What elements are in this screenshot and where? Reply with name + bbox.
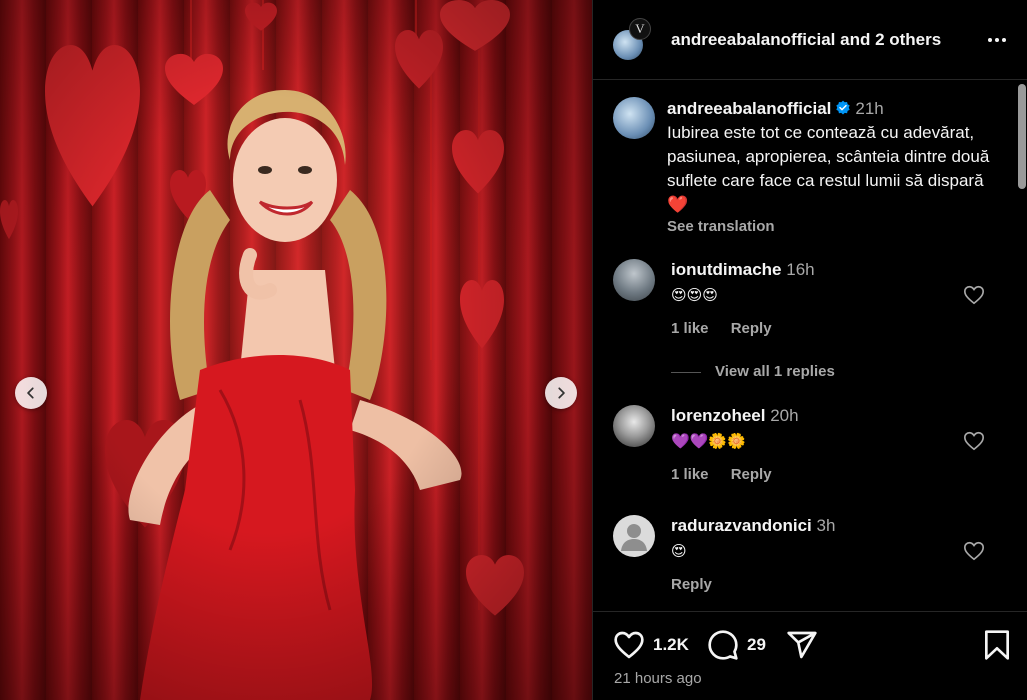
comment-actions: Reply <box>671 576 730 593</box>
post-header: V andreeabalanofficial and 2 others <box>593 0 1027 80</box>
post-author-line: andreeabalanofficial and 2 others <box>671 30 941 50</box>
comment-item: ionutdimache 16h 😍😍😍 1 like Reply <box>613 259 1013 359</box>
bookmark-icon <box>985 630 1009 660</box>
comment-reply-button[interactable]: Reply <box>731 320 772 337</box>
comment-header: radurazvandonici 3h <box>671 515 835 537</box>
heart-icon <box>614 631 644 659</box>
caption-body: Iubirea este tot ce contează cu adevărat… <box>667 123 990 214</box>
others-link[interactable]: and 2 others <box>840 30 941 49</box>
comment-header: lorenzoheel 20h <box>671 405 799 427</box>
comments-scrollbar[interactable] <box>1018 84 1026 189</box>
comment-reply-button[interactable]: Reply <box>671 576 712 593</box>
comments-count: 29 <box>747 635 766 654</box>
carousel-previous-button[interactable] <box>15 377 47 409</box>
see-translation-link[interactable]: See translation <box>667 217 997 237</box>
collaborator-avatar[interactable]: V <box>629 18 651 40</box>
caption-username[interactable]: andreeabalanofficial <box>667 99 831 118</box>
chevron-left-icon <box>27 387 34 399</box>
comment-like-heart-icon[interactable] <box>963 284 985 306</box>
comment-header: ionutdimache 16h <box>671 259 815 281</box>
comment-username[interactable]: lorenzoheel <box>671 406 765 425</box>
caption-text-block: andreeabalanofficial 21h Iubirea este tot… <box>667 97 997 237</box>
view-replies-link[interactable]: View all 1 replies <box>671 363 835 380</box>
share-button[interactable] <box>786 629 826 661</box>
comment-like-heart-icon[interactable] <box>963 540 985 562</box>
caption-avatar[interactable] <box>613 97 655 139</box>
post-photo[interactable] <box>0 0 592 700</box>
post-timestamp: 21 hours ago <box>614 670 702 687</box>
chevron-right-icon <box>558 387 565 399</box>
post-side-panel: V andreeabalanofficial and 2 others andr… <box>592 0 1027 700</box>
view-replies-text: View all 1 replies <box>715 363 835 380</box>
comment-reply-button[interactable]: Reply <box>731 466 772 483</box>
comment-username[interactable]: ionutdimache <box>671 260 782 279</box>
default-avatar-icon <box>621 524 647 551</box>
share-icon <box>787 631 817 659</box>
save-button[interactable] <box>981 629 1021 661</box>
comment-text: 💜💜🌼🌼 <box>671 432 746 450</box>
likes-count: 1.2K <box>653 635 689 654</box>
comment-avatar[interactable] <box>613 259 655 301</box>
comment-item: radurazvandonici 3h 😍 Reply <box>613 515 1013 611</box>
comment-avatar[interactable] <box>613 405 655 447</box>
comments-section[interactable]: andreeabalanofficial 21h Iubirea este tot… <box>593 81 1027 611</box>
more-options-button[interactable] <box>985 28 1009 52</box>
comment-text: 😍😍😍 <box>671 286 718 304</box>
carousel-next-button[interactable] <box>545 377 577 409</box>
comment-avatar[interactable] <box>613 515 655 557</box>
caption-time: 21h <box>855 99 884 118</box>
comment-time: 20h <box>770 406 799 425</box>
collaborator-initial: V <box>635 21 645 36</box>
comment-actions: 1 like Reply <box>671 320 790 337</box>
comment-time: 3h <box>816 516 836 535</box>
comment-likes-count[interactable]: 1 like <box>671 466 709 483</box>
comment-item: lorenzoheel 20h 💜💜🌼🌼 1 like Reply <box>613 405 1013 505</box>
photo-vignette <box>0 0 592 700</box>
comment-time: 16h <box>786 260 815 279</box>
post-footer: 1.2K 29 21 hours ago <box>593 611 1027 700</box>
comment-button[interactable]: 29 <box>707 629 766 661</box>
comment-likes-count[interactable]: 1 like <box>671 320 709 337</box>
more-icon <box>988 38 1006 42</box>
comment-icon <box>708 630 738 660</box>
comment-username[interactable]: radurazvandonici <box>671 516 812 535</box>
verified-badge-icon <box>836 100 851 115</box>
header-username[interactable]: andreeabalanofficial <box>671 30 835 49</box>
comment-actions: 1 like Reply <box>671 466 790 483</box>
like-button[interactable]: 1.2K <box>613 629 689 661</box>
replies-divider-line <box>671 371 701 373</box>
comment-like-heart-icon[interactable] <box>963 430 985 452</box>
comment-text: 😍 <box>671 542 687 560</box>
